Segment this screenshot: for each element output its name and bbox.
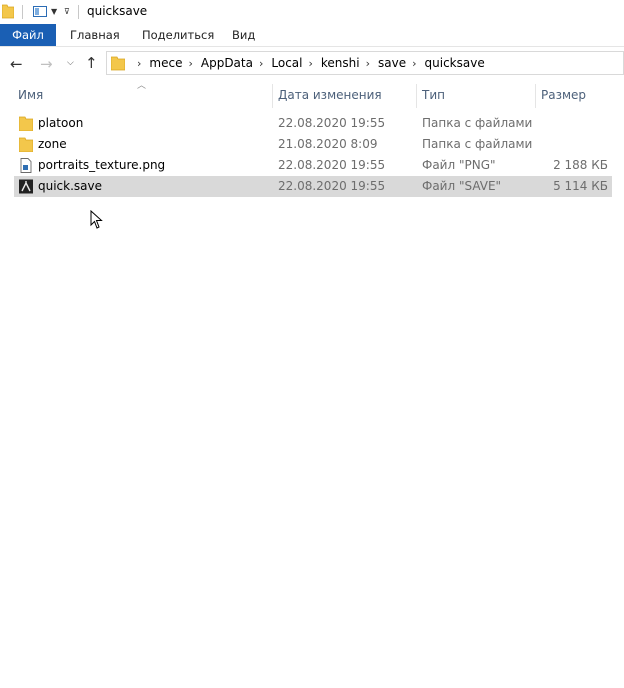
file-name: portraits_texture.png xyxy=(38,158,166,172)
folder-icon xyxy=(19,137,33,152)
breadcrumb-item[interactable]: kenshi xyxy=(321,52,360,74)
png-file-icon xyxy=(20,158,32,173)
file-date: 22.08.2020 19:55 xyxy=(278,158,386,172)
chevron-right-icon[interactable]: › xyxy=(137,53,141,75)
file-date: 22.08.2020 19:55 xyxy=(278,116,386,130)
file-row[interactable]: zone 21.08.2020 8:09 Папка с файлами xyxy=(14,134,612,155)
separator xyxy=(78,5,79,19)
column-divider[interactable] xyxy=(416,84,417,108)
kenshi-save-icon xyxy=(19,179,33,194)
forward-icon[interactable]: → xyxy=(40,56,53,72)
file-type: Папка с файлами xyxy=(422,137,533,151)
breadcrumb: › mece › AppData › Local › kenshi › save › quicksav… xyxy=(131,52,485,74)
tab-home[interactable]: Главная xyxy=(70,24,120,46)
separator xyxy=(22,5,23,19)
file-name: platoon xyxy=(38,116,84,130)
chevron-right-icon[interactable]: › xyxy=(259,53,263,75)
chevron-right-icon[interactable]: › xyxy=(309,53,313,75)
column-header-type[interactable]: Тип xyxy=(422,84,445,108)
customize-quick-access-icon[interactable]: ⊽ xyxy=(64,7,70,16)
folder-icon xyxy=(111,56,125,71)
tab-file[interactable]: Файл xyxy=(0,24,56,46)
tab-view[interactable]: Вид xyxy=(232,24,255,46)
column-header-date[interactable]: Дата изменения xyxy=(278,84,382,108)
file-size: 5 114 КБ xyxy=(553,179,608,193)
file-row[interactable]: portraits_texture.png 22.08.2020 19:55 Ф… xyxy=(14,155,612,176)
breadcrumb-item[interactable]: Local xyxy=(271,52,302,74)
folder-icon xyxy=(2,4,14,19)
breadcrumb-item[interactable]: quicksave xyxy=(425,52,485,74)
up-icon[interactable]: ↑ xyxy=(85,55,98,71)
file-type: Папка с файлами xyxy=(422,116,533,130)
file-size: 2 188 КБ xyxy=(553,158,608,172)
properties-icon[interactable] xyxy=(33,6,47,17)
breadcrumb-item[interactable]: save xyxy=(378,52,406,74)
breadcrumb-item[interactable]: mece xyxy=(149,52,182,74)
column-divider[interactable] xyxy=(272,84,273,108)
file-date: 21.08.2020 8:09 xyxy=(278,137,378,151)
file-name: zone xyxy=(38,137,67,151)
chevron-down-icon[interactable]: ▼ xyxy=(51,7,57,16)
breadcrumb-item[interactable]: AppData xyxy=(201,52,253,74)
chevron-right-icon[interactable]: › xyxy=(366,53,370,75)
column-header-size[interactable]: Размер xyxy=(541,84,586,108)
window-title: quicksave xyxy=(87,4,148,18)
file-row-selected[interactable]: quick.save 22.08.2020 19:55 Файл "SAVE" … xyxy=(14,176,612,197)
mouse-cursor-icon xyxy=(90,210,103,229)
chevron-right-icon[interactable]: › xyxy=(412,53,416,75)
file-date: 22.08.2020 19:55 xyxy=(278,179,386,193)
address-bar[interactable]: › mece › AppData › Local › kenshi › save › quicksav… xyxy=(106,51,624,75)
back-icon[interactable]: ← xyxy=(10,56,23,72)
chevron-right-icon[interactable]: › xyxy=(188,53,192,75)
file-type: Файл "PNG" xyxy=(422,158,496,172)
column-divider[interactable] xyxy=(535,84,536,108)
folder-icon xyxy=(19,116,33,131)
file-type: Файл "SAVE" xyxy=(422,179,502,193)
file-row[interactable]: platoon 22.08.2020 19:55 Папка с файлами xyxy=(14,113,612,134)
recent-locations-icon[interactable]: ⌵ xyxy=(67,58,74,68)
title-bar: ▼ ⊽ quicksave xyxy=(0,0,624,24)
file-name: quick.save xyxy=(38,179,103,193)
sort-ascending-icon: ︿ xyxy=(137,81,147,91)
ribbon: Файл Главная Поделиться Вид xyxy=(0,24,624,47)
column-header-name[interactable]: Имя xyxy=(18,84,43,108)
tab-share[interactable]: Поделиться xyxy=(142,24,214,46)
